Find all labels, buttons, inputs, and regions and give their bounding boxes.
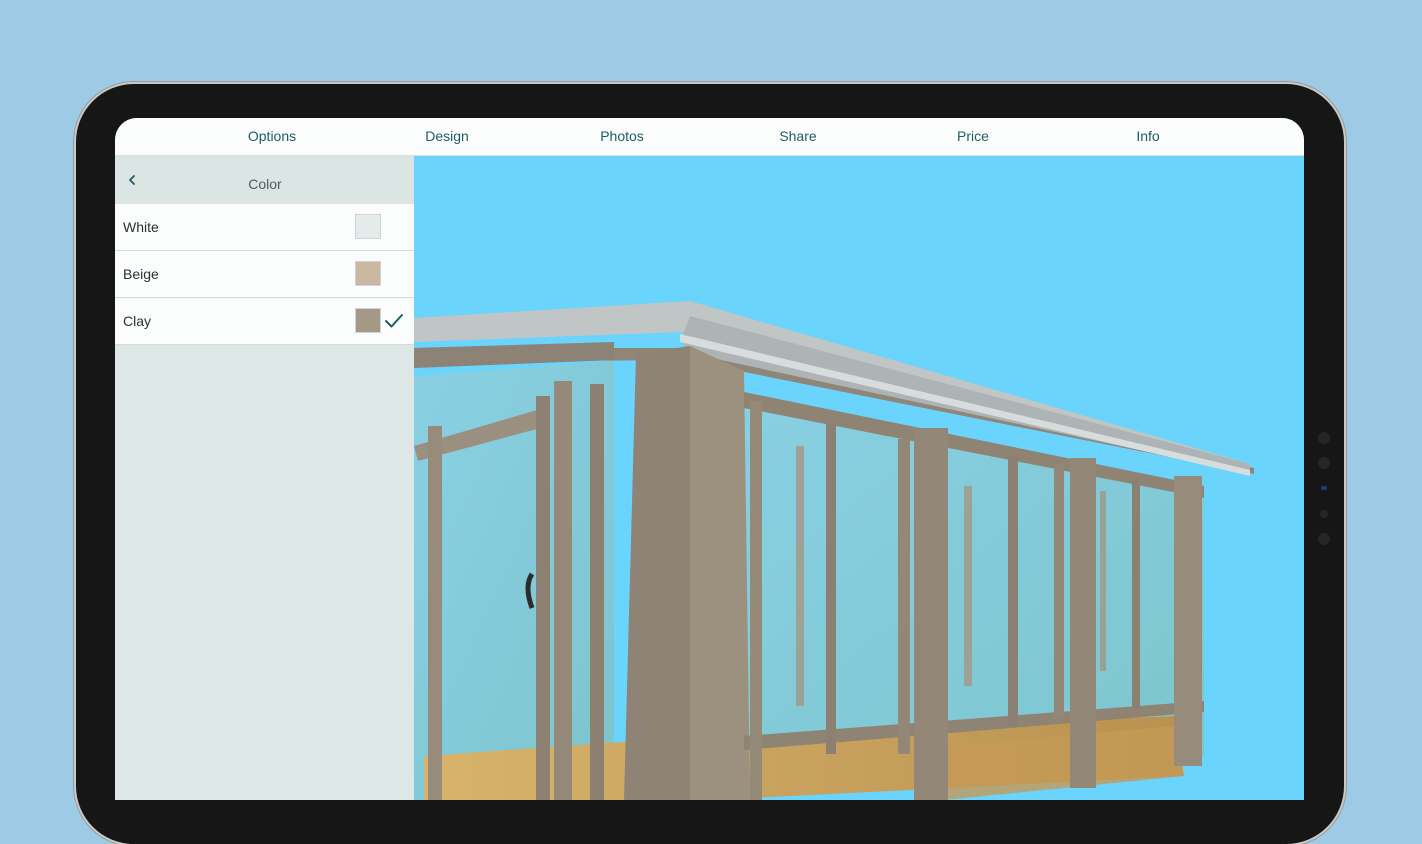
- color-option-label: Beige: [123, 266, 159, 282]
- front-mullion-6: [1132, 478, 1140, 708]
- color-option-clay[interactable]: Clay: [115, 298, 414, 345]
- corner-post-side: [690, 346, 750, 800]
- color-option-white[interactable]: White: [115, 204, 414, 251]
- color-swatch: [355, 261, 381, 286]
- front-post-3: [1070, 458, 1096, 788]
- camera-sensor: [1318, 432, 1330, 444]
- color-option-label: Clay: [123, 313, 152, 329]
- corner-post: [624, 346, 690, 800]
- tab-price[interactable]: Price: [913, 118, 1033, 155]
- tab-share[interactable]: Share: [738, 118, 858, 155]
- front-mullion-5: [1054, 464, 1064, 719]
- door-frame-a: [428, 426, 442, 800]
- 3d-viewport[interactable]: [414, 156, 1304, 800]
- front-mullion-2: [826, 424, 836, 754]
- rear-mullion-1: [796, 446, 804, 706]
- front-mullion-1: [750, 401, 762, 800]
- color-options-list: White Beige Clay: [115, 204, 414, 345]
- rear-mullion-2: [964, 486, 972, 686]
- door-frame-d: [590, 384, 604, 800]
- color-swatch: [355, 214, 381, 239]
- app-screen: Options Design Photos Share Price Info C…: [115, 118, 1304, 800]
- light-sensor: [1318, 533, 1330, 545]
- camera-lens: [1318, 457, 1330, 469]
- door-frame-c: [554, 381, 572, 800]
- tab-info[interactable]: Info: [1088, 118, 1208, 155]
- color-panel: Color White Beige Clay: [115, 156, 414, 800]
- color-swatch: [355, 308, 381, 333]
- top-navigation: Options Design Photos Share Price Info: [115, 118, 1304, 156]
- tab-photos[interactable]: Photos: [562, 118, 682, 155]
- tab-design[interactable]: Design: [387, 118, 507, 155]
- front-post-2: [914, 428, 948, 800]
- tab-options[interactable]: Options: [212, 118, 332, 155]
- conservatory-model: [414, 301, 1254, 800]
- color-option-label: White: [123, 219, 159, 235]
- panel-header: Color: [115, 156, 414, 204]
- front-mullion-4: [1008, 456, 1018, 726]
- checkmark-icon: [385, 314, 403, 328]
- rear-mullion-3: [1100, 491, 1106, 671]
- front-post-end: [1174, 476, 1202, 766]
- proximity-sensor: [1320, 510, 1328, 518]
- camera-indicator: [1321, 486, 1327, 490]
- back-button[interactable]: [123, 170, 143, 190]
- door-frame-b: [536, 396, 550, 800]
- color-option-beige[interactable]: Beige: [115, 251, 414, 298]
- front-mullion-3: [898, 439, 910, 754]
- chevron-left-icon: [129, 175, 135, 185]
